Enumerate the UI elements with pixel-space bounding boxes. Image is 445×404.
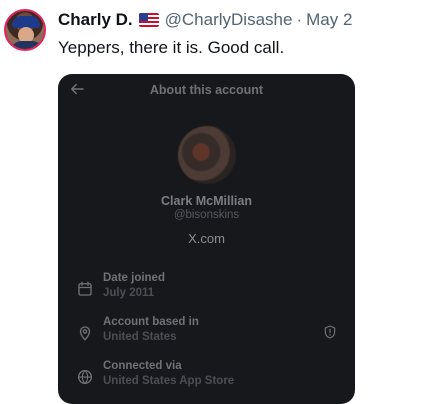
author-name[interactable]: Charly D. (58, 10, 133, 30)
embedded-profile-avatar (178, 126, 236, 184)
separator: · (296, 10, 303, 29)
author-avatar[interactable] (4, 9, 46, 51)
row-value: United States (103, 331, 177, 343)
row-account-based-in: Account based in United States (58, 316, 355, 356)
tweet-text: Yeppers, there it is. Good call. (58, 38, 285, 57)
us-flag-icon (138, 13, 159, 27)
embedded-topbar: About this account (58, 74, 355, 104)
row-label: Account based in (103, 316, 199, 328)
tweet: Charly D. @CharlyDisashe · May 2 Yeppers… (0, 0, 445, 404)
globe-icon (77, 369, 93, 385)
row-date-joined: Date joined July 2011 (58, 272, 355, 312)
location-pin-icon (79, 326, 91, 341)
avatar-shirt (10, 41, 44, 49)
tweet-date[interactable]: May 2 (306, 10, 352, 30)
embedded-profile-handle: @bisonskins (173, 209, 240, 221)
author-handle[interactable]: @CharlyDisashe (165, 10, 293, 30)
shield-alert-icon (324, 325, 336, 339)
calendar-icon (78, 281, 92, 296)
embedded-domain: X.com (188, 231, 225, 246)
row-label: Date joined (103, 272, 165, 284)
embedded-profile-name: Clark McMillian (161, 194, 252, 208)
row-value: July 2011 (103, 287, 155, 299)
row-value: United States App Store (103, 375, 235, 387)
tweet-header: Charly D. @CharlyDisashe · May 2 (58, 10, 352, 30)
row-label: Connected via (103, 360, 182, 372)
embedded-title: About this account (149, 83, 264, 97)
embedded-image[interactable]: About this account Clark McMillian @biso… (58, 74, 355, 404)
row-connected-via: Connected via United States App Store (58, 360, 355, 400)
